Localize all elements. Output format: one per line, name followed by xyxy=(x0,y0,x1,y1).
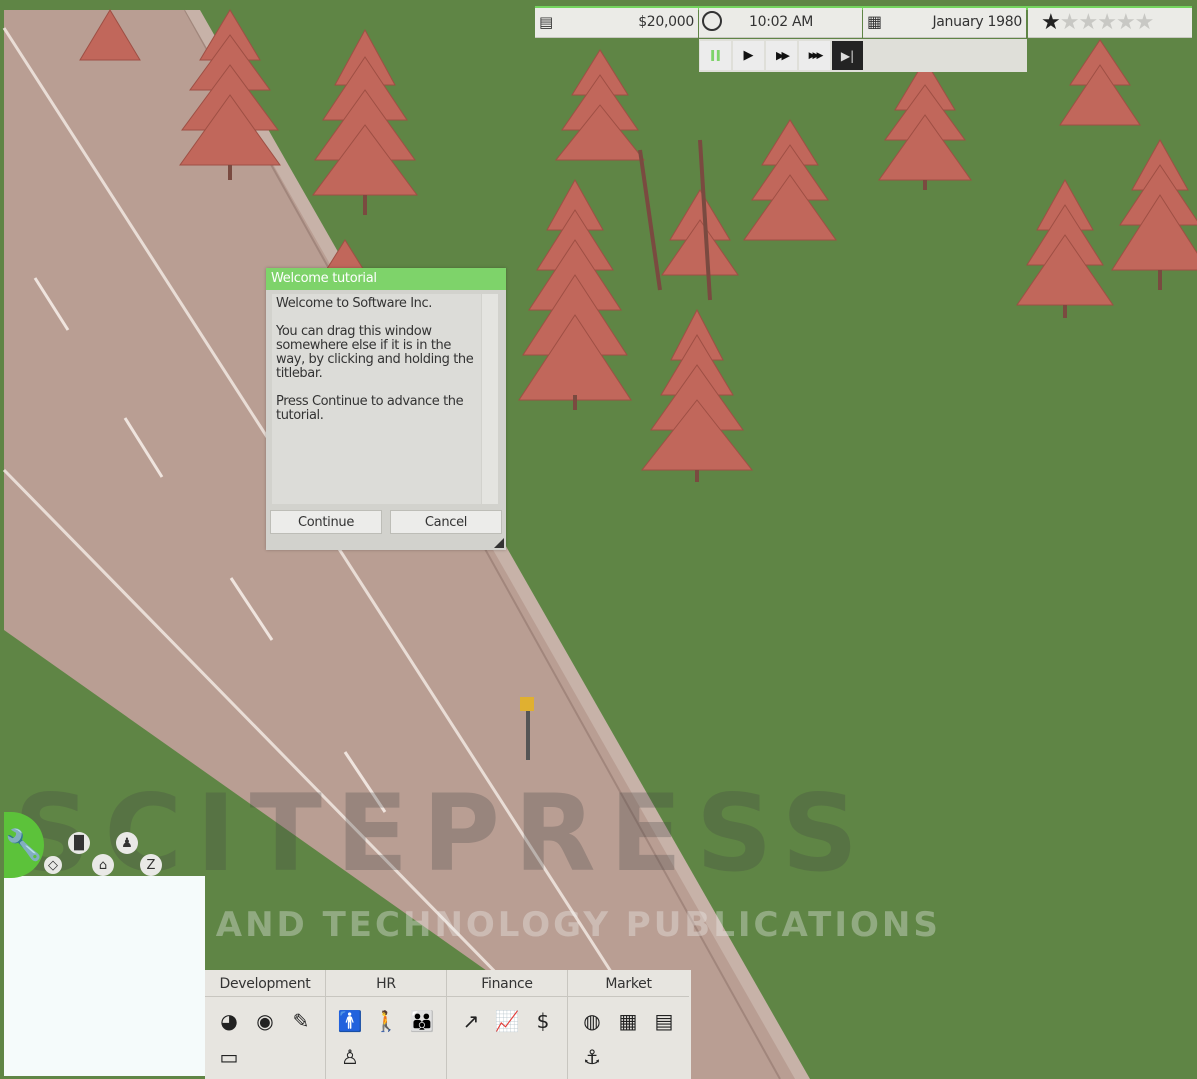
anchor-icon[interactable]: ⚓ xyxy=(577,1042,607,1072)
development-menu-title: Development xyxy=(205,970,325,997)
star-empty-icon: ★ xyxy=(1078,10,1098,35)
calendar-icon: ▦ xyxy=(867,12,883,31)
market-globe-icon[interactable]: ◍ xyxy=(577,1006,607,1036)
time-panel[interactable]: 10:02 AM xyxy=(699,8,862,38)
finance-menu-title: Finance xyxy=(447,970,567,997)
clock-icon xyxy=(702,11,722,31)
contracts-icon[interactable]: ✎ xyxy=(286,1006,316,1036)
play-button[interactable]: ▶ xyxy=(733,41,764,70)
server-icon[interactable]: ▭ xyxy=(214,1042,244,1072)
dialog-scrollbar[interactable] xyxy=(482,294,498,504)
floor-icon[interactable]: ◇ xyxy=(44,856,62,874)
spreadsheet-icon[interactable]: ▦ xyxy=(613,1006,643,1036)
money-icon: ▤ xyxy=(539,13,554,31)
star-rating: ★★★★★★ xyxy=(1041,10,1155,35)
finance-menu: Finance ↗ 📈 $ xyxy=(447,970,568,1079)
trend-arrow-icon[interactable]: ↗ xyxy=(456,1006,486,1036)
market-menu-title: Market xyxy=(568,970,689,997)
tutorial-text-line3: Press Continue to advance the tutorial. xyxy=(276,394,464,423)
stats-icon[interactable]: ▐▌ xyxy=(68,832,90,854)
development-menu: Development ◕ ◉ ✎ ▭ xyxy=(205,970,326,1079)
game-scene: SCITEPRESS SCIENCE AND TECHNOLOGY PUBLIC… xyxy=(0,0,1197,1079)
dialog-titlebar[interactable]: Welcome tutorial xyxy=(266,268,506,290)
star-empty-icon: ★ xyxy=(1059,10,1080,35)
staff-icon[interactable]: 🚶 xyxy=(371,1006,401,1036)
star-empty-icon: ★ xyxy=(1134,10,1155,35)
faster-forward-button[interactable]: ▶▶▶ xyxy=(799,41,830,70)
hr-menu: HR 🚹 🚶 👪 ♙ xyxy=(326,970,447,1079)
money-value: $20,000 xyxy=(638,14,694,30)
bottom-menu: Development ◕ ◉ ✎ ▭ HR 🚹 🚶 👪 ♙ Finance ↗… xyxy=(205,970,691,1079)
building-icon[interactable]: ⌂ xyxy=(92,854,114,876)
chart-icon[interactable]: 📈 xyxy=(492,1006,522,1036)
resize-handle-icon[interactable] xyxy=(494,538,504,548)
tutorial-text-line1: Welcome to Software Inc. xyxy=(276,296,432,311)
education-icon[interactable]: ♙ xyxy=(335,1042,365,1072)
employees-icon[interactable]: ♟ xyxy=(116,832,138,854)
publish-icon[interactable]: ◉ xyxy=(250,1006,280,1036)
design-software-icon[interactable]: ◕ xyxy=(214,1006,244,1036)
cancel-button[interactable]: Cancel xyxy=(390,510,502,534)
hire-icon[interactable]: 🚹 xyxy=(335,1006,365,1036)
skip-button[interactable]: ▶| xyxy=(832,41,863,70)
zone-icon[interactable]: Z xyxy=(140,854,162,876)
star-empty-icon: ★ xyxy=(1115,10,1136,35)
star-empty-icon: ★ xyxy=(1097,10,1117,35)
continue-button[interactable]: Continue xyxy=(270,510,382,534)
date-value: January 1980 xyxy=(932,14,1022,30)
dollar-icon[interactable]: $ xyxy=(528,1006,558,1036)
info-panel xyxy=(4,876,205,1076)
pause-button[interactable]: II xyxy=(700,41,731,70)
speed-controls: II ▶ ▶▶ ▶▶▶ ▶| xyxy=(699,39,1027,72)
hr-menu-title: HR xyxy=(326,970,446,997)
teams-icon[interactable]: 👪 xyxy=(407,1006,437,1036)
star-filled-icon: ★ xyxy=(1041,10,1061,35)
fast-forward-button[interactable]: ▶▶ xyxy=(766,41,797,70)
money-panel[interactable]: ▤ $20,000 xyxy=(535,8,698,38)
tutorial-text-line2: You can drag this window somewhere else … xyxy=(276,324,474,381)
newspaper-icon[interactable]: ▤ xyxy=(649,1006,679,1036)
time-value: 10:02 AM xyxy=(749,14,814,30)
dialog-body: Welcome to Software Inc. You can drag th… xyxy=(272,294,481,504)
tutorial-dialog: Welcome tutorial Welcome to Software Inc… xyxy=(266,268,506,550)
date-panel[interactable]: ▦ January 1980 xyxy=(863,8,1026,38)
rating-panel[interactable]: ★★★★★★ xyxy=(1028,8,1192,38)
market-menu: Market ◍ ▦ ▤ ⚓ xyxy=(568,970,689,1079)
